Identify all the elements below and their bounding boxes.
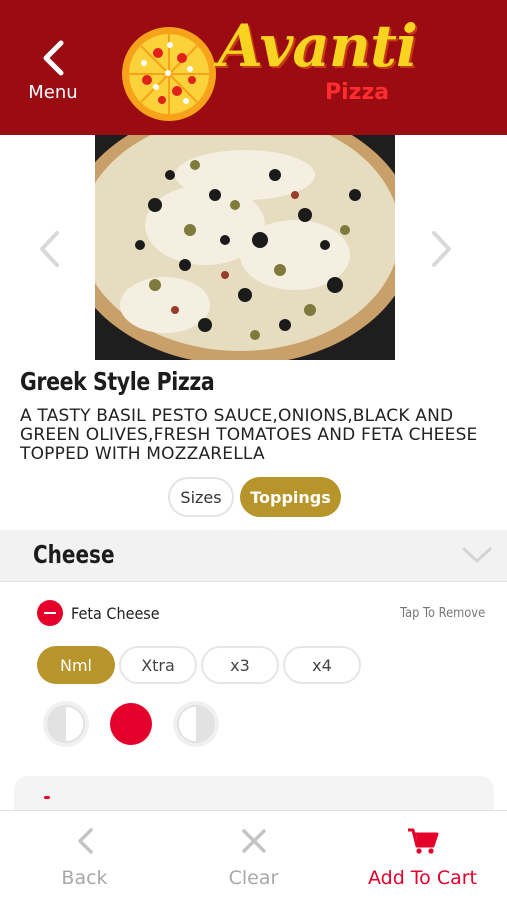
close-icon [241,829,266,853]
pizza-photo-image [95,135,395,360]
shopping-cart-icon [407,828,438,854]
whole-portion-icon[interactable] [107,700,155,748]
section-header-cheese[interactable]: Cheese [0,530,507,582]
carousel-next-button[interactable] [430,230,454,268]
topping-row[interactable]: Feta Cheese Tap To Remove [0,595,507,631]
item-description: A TASTY BASIL PESTO SAUCE,ONIONS,BLACK A… [20,406,478,464]
clear-button[interactable]: Clear [169,811,338,900]
add-to-cart-label: Add To Cart [367,867,478,889]
topping-name: Feta Cheese [71,604,160,623]
logo-wordmark: Avanti [218,12,418,80]
pizza-logo-icon [122,27,216,121]
pizza-photo [95,135,395,360]
menu-label: Menu [28,82,78,103]
app-header: Menu Avanti Pizza [0,0,507,135]
clear-label: Clear [228,867,279,889]
add-to-cart-button[interactable]: Add To Cart [338,811,507,900]
carousel-prev-button[interactable] [37,230,61,268]
remove-topping-icon[interactable] [37,600,63,626]
item-title: Greek Style Pizza [20,367,215,396]
quantity-option-nml[interactable]: Nml [37,646,115,684]
quantity-option-x4[interactable]: x4 [283,646,361,684]
quantity-option-x3[interactable]: x3 [201,646,279,684]
photo-carousel [0,135,507,361]
back-label: Back [61,867,108,889]
menu-back-button[interactable]: Menu [18,36,88,106]
left-half-portion-icon[interactable] [42,700,90,748]
chevron-left-icon [77,828,93,854]
chevron-left-icon [43,40,64,76]
right-half-portion-icon[interactable] [172,700,220,748]
bottom-action-bar: Back Clear Add To Cart [0,810,507,900]
section-title: Cheese [33,540,115,569]
chevron-down-icon [462,547,492,563]
back-button[interactable]: Back [0,811,169,900]
tab-sizes[interactable]: Sizes [168,477,234,517]
next-section-indicator [44,796,50,799]
quantity-option-xtra[interactable]: Xtra [119,646,197,684]
tab-toppings[interactable]: Toppings [240,477,341,517]
logo-subtitle: Pizza [325,80,390,105]
tap-to-remove-hint: Tap To Remove [400,606,486,621]
